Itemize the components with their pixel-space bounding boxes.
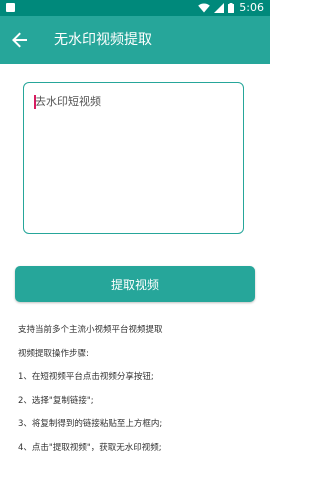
wifi-icon (198, 3, 210, 13)
instruction-step: 1、在短视频平台点击视频分享按钮; (18, 372, 154, 382)
arrow-left-icon (12, 32, 27, 48)
app-bar: 无水印视频提取 (0, 16, 270, 64)
input-placeholder: 去水印短视频 (35, 95, 101, 108)
instructions-intro: 支持当前多个主流小视频平台视频提取 (18, 325, 163, 335)
extract-video-button[interactable]: 提取视频 (15, 266, 255, 302)
instruction-step: 3、将复制得到的链接粘贴至上方框内; (18, 419, 163, 429)
instructions: 支持当前多个主流小视频平台视频提取 视频提取操作步骤: 1、在短视频平台点击视频… (18, 324, 258, 465)
battery-icon (228, 3, 234, 13)
notification-icon (6, 3, 15, 12)
status-time: 5:06 (239, 1, 264, 14)
status-bar: 5:06 (0, 0, 270, 16)
video-link-input[interactable]: 去水印短视频 (23, 82, 244, 234)
instruction-step: 4、点击"提取视频"，获取无水印视频; (18, 442, 162, 453)
back-button[interactable] (8, 28, 32, 52)
status-icons (198, 3, 234, 13)
instruction-step: 2、选择"复制链接"; (18, 395, 94, 406)
instructions-heading: 视频提取操作步骤: (18, 348, 89, 359)
page-title: 无水印视频提取 (54, 32, 152, 48)
signal-icon (214, 3, 224, 13)
